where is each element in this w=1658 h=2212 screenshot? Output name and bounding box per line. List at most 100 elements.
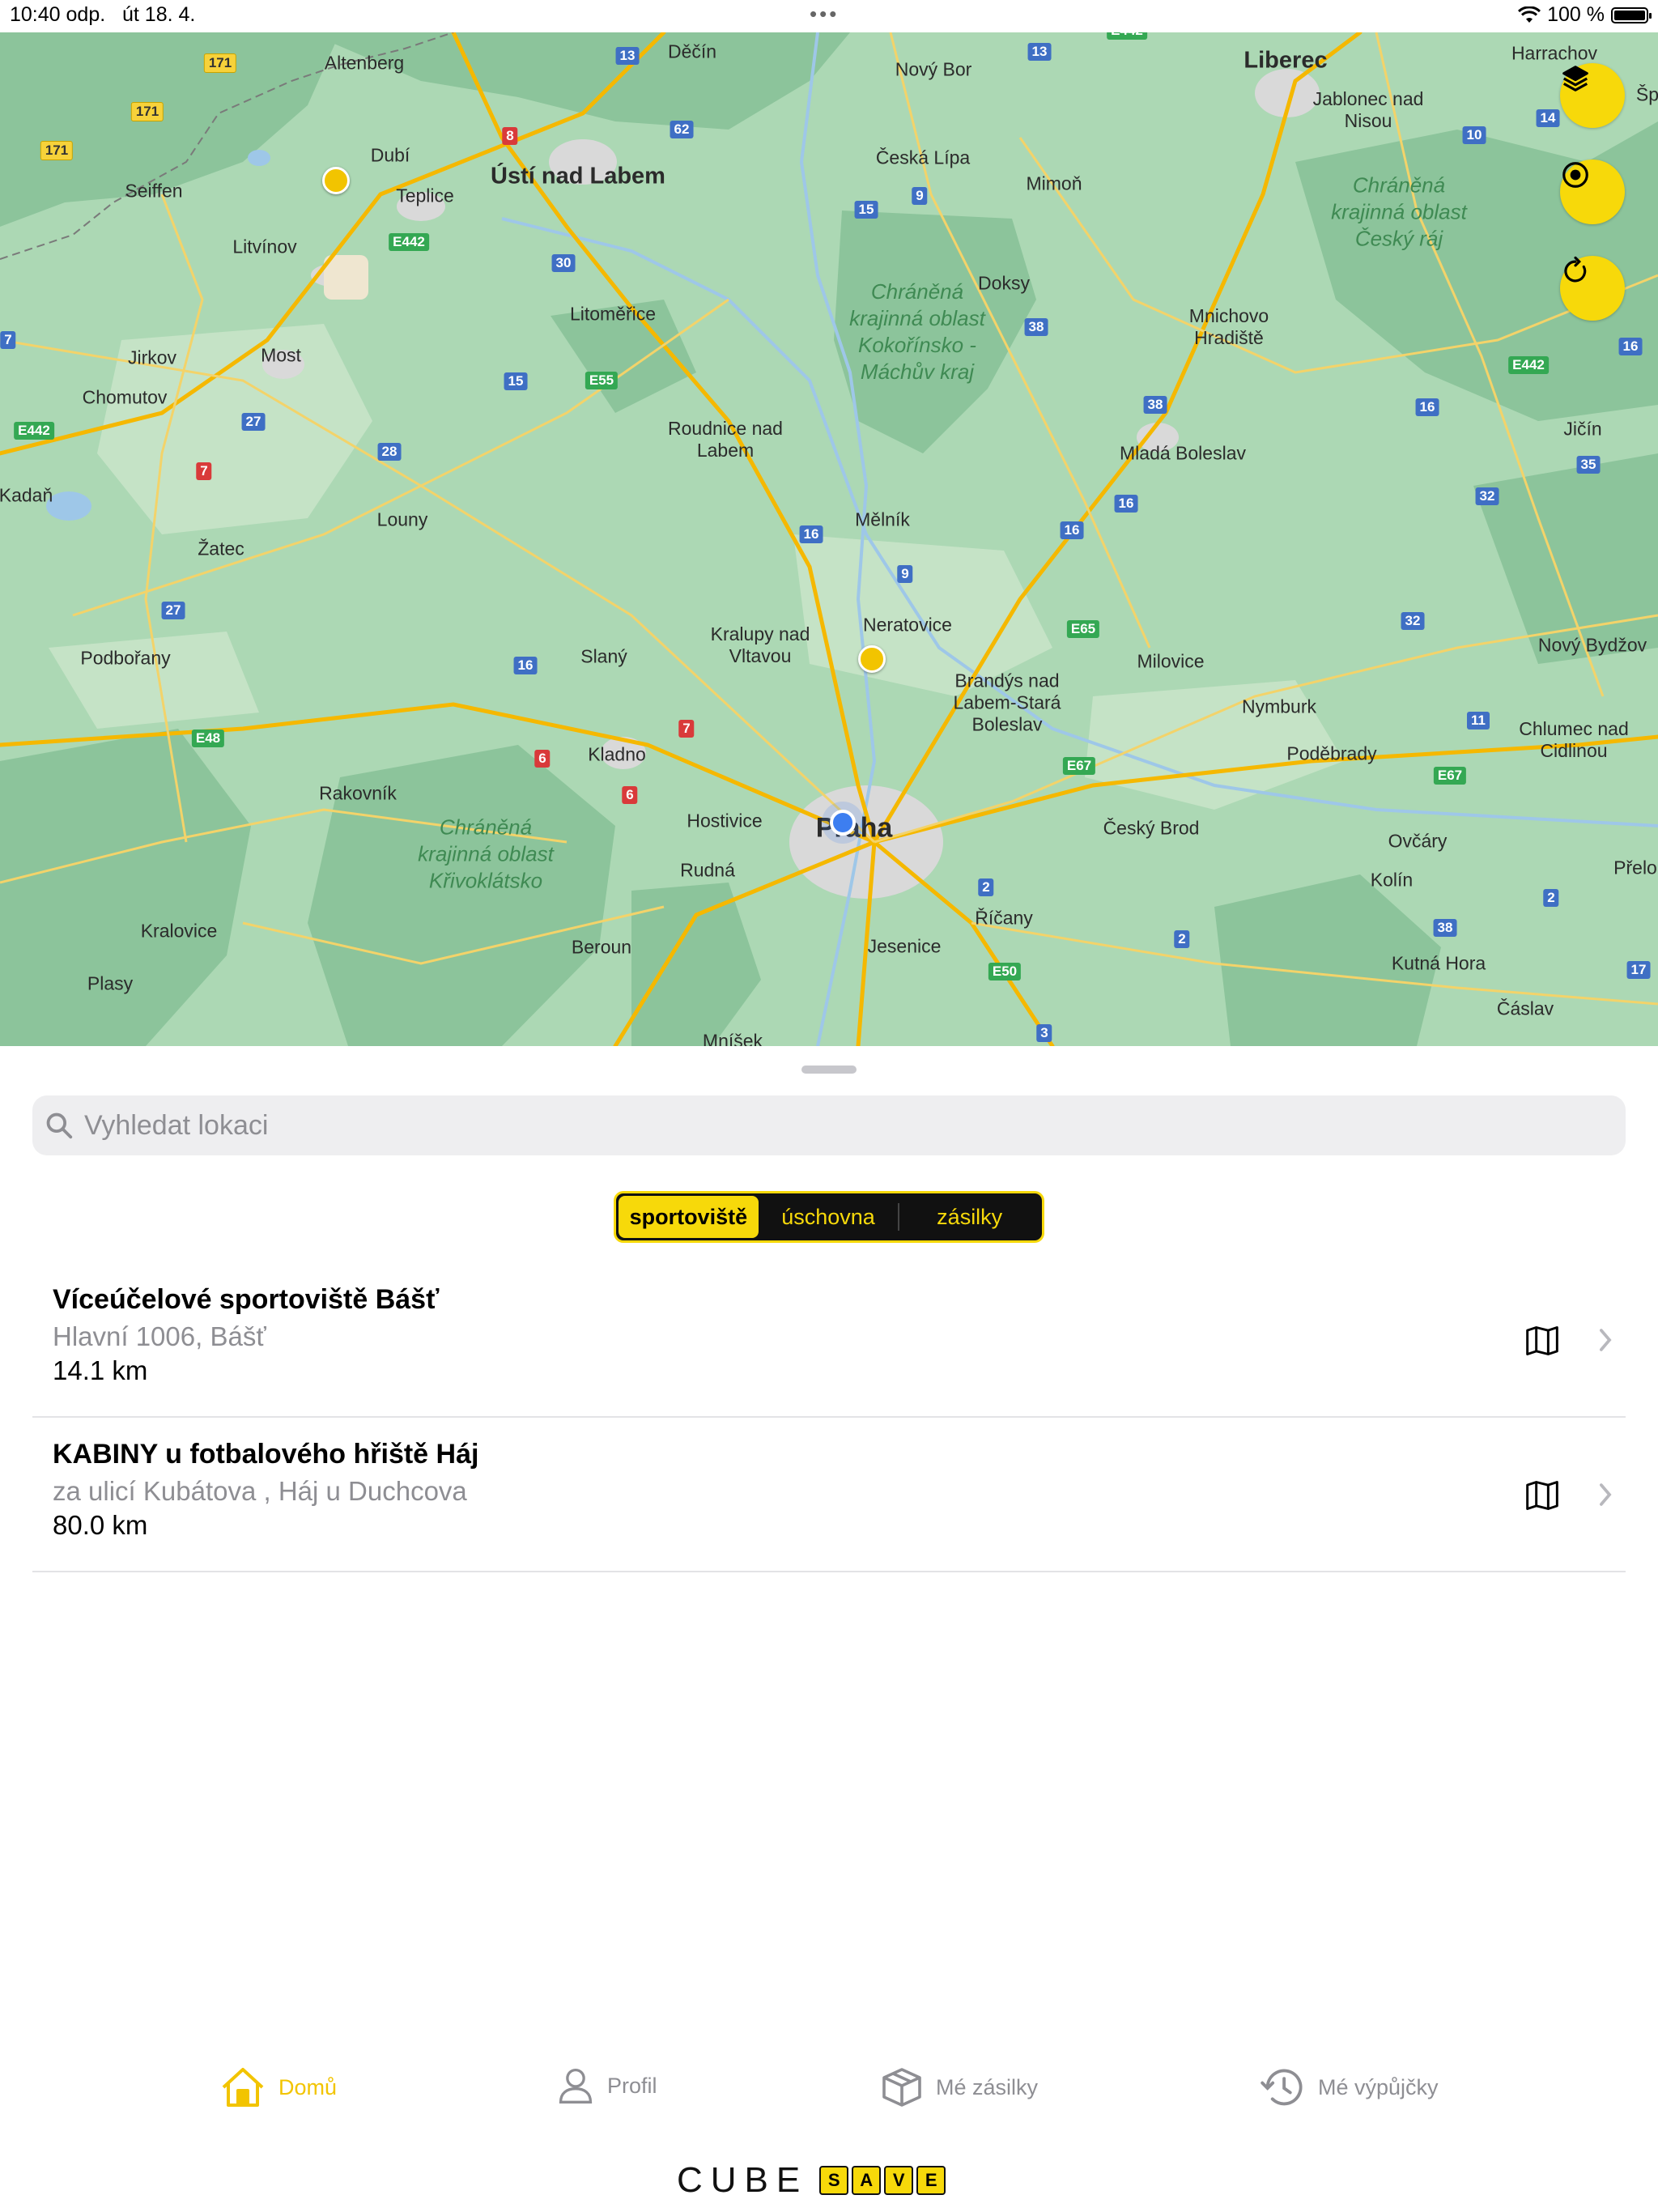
road-shield: E50 [988,963,1022,981]
map-place-label: Chomutov [82,386,168,408]
status-bar: 10:40 odp. út 18. 4. ••• 100 % [0,0,1658,32]
road-shield: 2 [1543,889,1559,907]
map-view[interactable]: Altenberg Děčín Nový Bor Liberec Harrachov Ja… [0,32,1658,1046]
road-shield: 6 [534,750,551,768]
road-shield: 2 [1174,930,1190,948]
road-shield: 13 [1027,43,1052,61]
road-shield: 16 [1060,521,1084,539]
center-location-button[interactable] [1560,160,1625,224]
location-pin-haj[interactable] [322,167,350,194]
road-shield: 30 [551,254,576,272]
map-place-label: Teplice [396,185,454,206]
map-place-label: Kladno [588,743,646,765]
multitasking-dots-icon[interactable]: ••• [810,2,839,27]
map-place-label: Brandýs nad Labem-Stará Boleslav [953,670,1061,735]
tab-rentals-label: Mé výpůjčky [1318,2074,1439,2099]
road-shield: 17 [1626,961,1651,979]
road-shield: 16 [1114,495,1138,513]
road-shield: 7 [0,331,16,349]
cubesave-logo: CUBE S A V E [677,2160,946,2201]
history-icon [1261,2069,1303,2106]
tab-bar: Domů Profil Mé zásilky Mé výpůjčky [0,2066,1658,2139]
road-shield: 6 [622,786,638,804]
map-icon[interactable] [1524,1478,1561,1513]
list-item[interactable]: Víceúčelové sportoviště Bášť Hlavní 1006… [32,1263,1626,1418]
map-place-label: Mělník [855,508,910,530]
map-place-label: Nový Bydžov [1537,634,1647,656]
map-place-label: Říčany [975,907,1033,929]
map-place-label: Děčín [667,40,717,62]
road-shield: 16 [1618,338,1643,355]
sheet-grabber[interactable] [801,1066,857,1074]
map-place-label: Česká Lípa [875,147,971,168]
road-shield: 14 [1536,109,1560,127]
road-shield: E55 [585,372,619,389]
road-shield: E442 [1107,32,1147,40]
tab-home-label: Domů [278,2074,338,2099]
road-shield: E67 [1062,757,1096,775]
logo-boxes: S A V E [819,2166,946,2195]
map-place-label: Beroun [571,936,632,958]
list-item[interactable]: KABINY u fotbalového hřiště Háj za ulicí… [32,1418,1626,1572]
map-place-label: Hostivice [687,810,763,832]
map-place-label: Litvínov [232,236,297,257]
logo-box: S [819,2166,849,2195]
logo-box: E [916,2166,946,2195]
map-place-label: Žatec [198,538,244,559]
map-place-label: Mladá Boleslav [1120,442,1246,464]
map-place-label: Milovice [1137,650,1205,672]
segment-zasilky[interactable]: zásilky [899,1196,1039,1238]
road-shield: 38 [1433,919,1457,937]
road-shield: 3 [1036,1024,1052,1042]
map-place-label: Poděbrady [1286,742,1377,764]
map-place-label: Altenberg [324,52,405,74]
road-shield: 28 [377,443,402,461]
logo-box: V [884,2166,914,2195]
map-place-label: Jirkov [127,347,177,368]
search-input[interactable] [83,1108,1584,1142]
road-shield: 38 [1024,318,1048,336]
tab-parcels[interactable]: Mé zásilky [881,2066,1038,2108]
map-place-label: Rudná [680,859,735,881]
map-place-label: Mníšek [702,1030,763,1047]
road-shield: 10 [1462,126,1486,144]
road-shield: 7 [196,462,212,480]
refresh-icon [1564,256,1587,283]
road-shield: E442 [1508,356,1549,374]
road-shield: 35 [1576,456,1601,474]
map-place-label: Roudnice nad Labem [668,418,783,461]
search-bar[interactable] [32,1095,1626,1155]
refresh-map-button[interactable] [1560,256,1625,321]
map-place-label: Ústí nad Labem [491,163,665,189]
location-pin-bast[interactable] [858,645,886,673]
map-icon[interactable] [1524,1323,1561,1359]
status-time-date: 10:40 odp. út 18. 4. [10,3,196,26]
map-place-label: Kolín [1370,869,1414,891]
person-icon [559,2068,593,2104]
current-location-dot [830,810,856,836]
road-shield: 7 [678,720,695,738]
category-segmented-control[interactable]: sportoviště úschovna zásilky [614,1191,1044,1243]
battery-percentage: 100 % [1547,3,1605,26]
tab-rentals[interactable]: Mé výpůjčky [1260,2066,1439,2108]
map-place-label: Kadaň [0,484,53,506]
protected-area-label: Chráněná krajinná oblast Český ráj [1331,172,1467,251]
map-place-label: Liberec [1244,47,1328,74]
map-layers-button[interactable] [1560,63,1625,128]
map-place-label: Jablonec nad Nisou [1312,88,1424,131]
map-place-label: Seiffen [125,180,183,202]
tab-profile[interactable]: Profil [557,2066,657,2105]
map-place-label: Slaný [580,645,627,667]
chevron-right-icon [1600,1483,1612,1506]
map-place-label: Mimoň [1026,172,1082,194]
map-place-label: Dubí [370,144,410,166]
map-place-label: Podbořany [80,647,171,669]
location-title: Víceúčelové sportoviště Bášť [53,1284,440,1315]
map-place-label: Kutná Hora [1391,952,1486,974]
segment-sportoviste[interactable]: sportoviště [619,1196,759,1238]
logo-word: CUBE [677,2160,809,2200]
tab-home[interactable]: Domů [220,2066,337,2108]
locate-icon [1562,162,1588,188]
status-indicators: 100 % [1518,3,1652,27]
segment-uschovna[interactable]: úschovna [759,1196,899,1238]
